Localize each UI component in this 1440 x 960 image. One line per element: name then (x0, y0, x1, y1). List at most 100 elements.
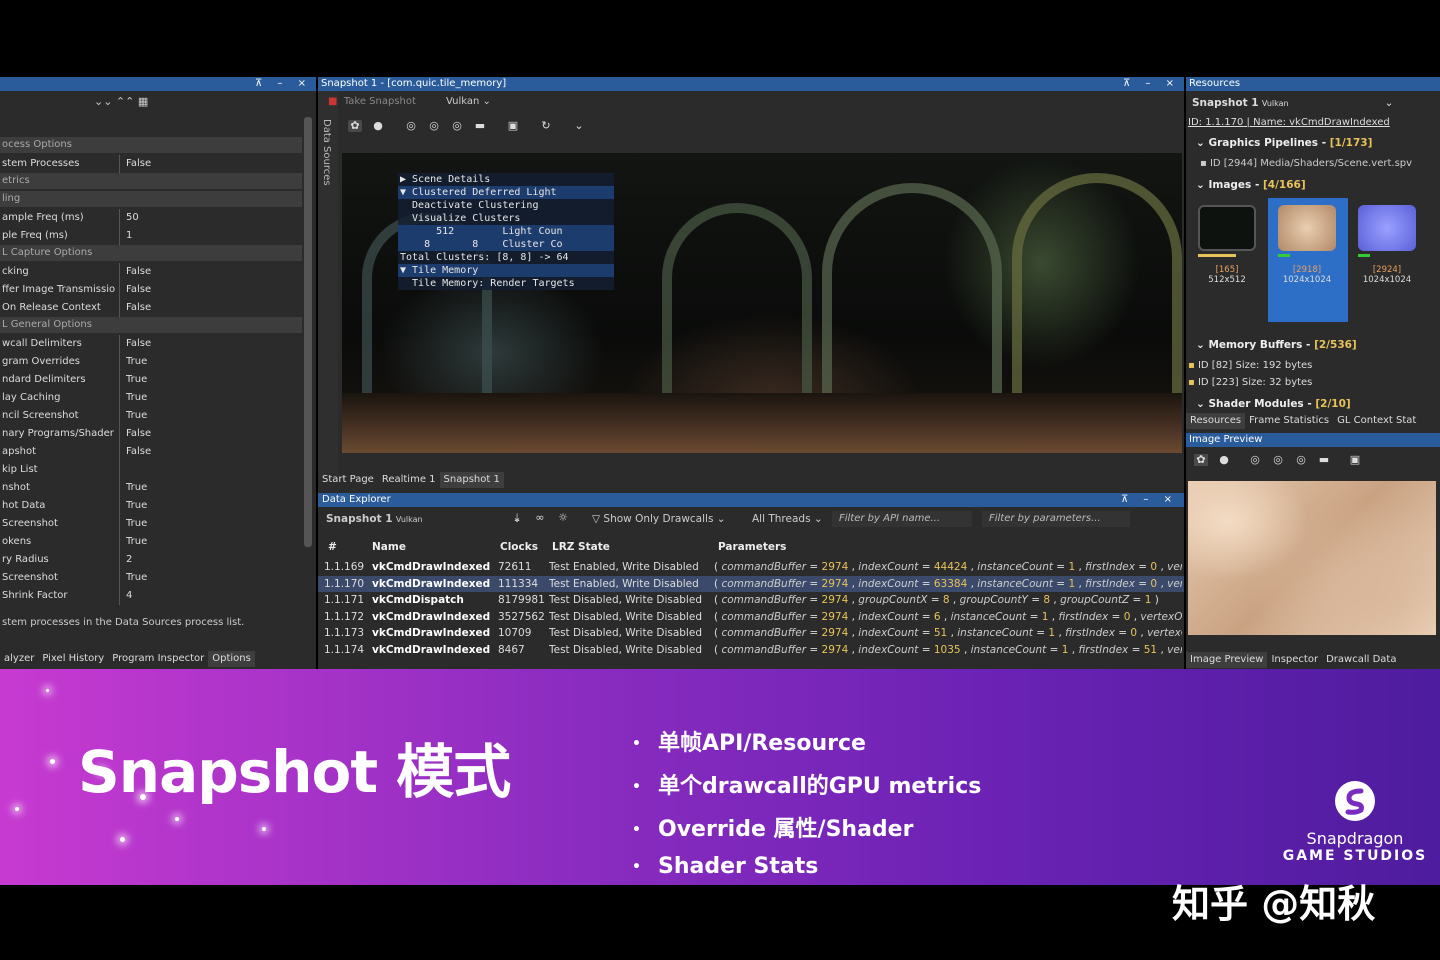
option-row[interactable]: kip List (0, 461, 302, 479)
explorer-tools[interactable]: ⤓ ∞ ☼ (510, 511, 579, 524)
image-thumbnail[interactable] (1198, 205, 1256, 251)
chevron-down-icon[interactable]: ⌄ (572, 120, 586, 132)
snapshot-toolbar[interactable]: ✿ ● ◎ ◎ ◎ ▬ ▣ ↻ ⌄ (348, 119, 595, 132)
scrollbar[interactable] (304, 117, 312, 547)
option-value[interactable]: True (126, 353, 147, 371)
panel-controls[interactable]: ⊼ – × (1123, 77, 1180, 91)
option-row[interactable]: Screenshot True (0, 569, 302, 587)
link-icon[interactable]: ∞ (533, 512, 547, 524)
options-section-header[interactable]: etrics (0, 173, 302, 189)
record-icon[interactable]: ● (1217, 454, 1231, 466)
comment-icon[interactable]: ◎ (1294, 454, 1308, 466)
memory-buffers-section[interactable]: ⌄ Memory Buffers - [2/536] (1196, 339, 1357, 351)
overlay-item[interactable]: ▶ Scene Details (398, 173, 614, 186)
tab[interactable]: Realtime 1 (378, 472, 440, 488)
tab[interactable]: Start Page (318, 472, 378, 488)
overlay-item[interactable]: ▼ Tile Memory (398, 264, 614, 277)
option-value[interactable]: True (126, 479, 147, 497)
shader-modules-section[interactable]: ⌄ Shader Modules - [2/10] (1196, 398, 1351, 410)
view-tabs[interactable]: Start Page Realtime 1 Snapshot 1 (318, 472, 504, 488)
option-value[interactable]: 50 (126, 209, 139, 227)
option-row[interactable]: ndard Delimiters True (0, 371, 302, 389)
option-value[interactable]: False (126, 155, 151, 173)
preview-tabs[interactable]: Image Preview Inspector Drawcall Data (1186, 652, 1400, 668)
comment-icon[interactable]: ◎ (427, 120, 441, 132)
option-row[interactable]: wcall Delimiters False (0, 335, 302, 353)
tab[interactable]: alyzer (0, 651, 38, 667)
data-sources-tab[interactable]: Data Sources (321, 119, 332, 186)
tab[interactable]: Drawcall Data (1322, 652, 1400, 668)
screen-icon[interactable]: ▬ (1317, 454, 1331, 466)
option-row[interactable]: ple Freq (ms) 1 (0, 227, 302, 245)
option-row[interactable]: Shrink Factor 4 (0, 587, 302, 605)
api-name-filter-input[interactable]: Filter by API name... (832, 511, 972, 527)
comment-icon[interactable]: ◎ (404, 120, 418, 132)
api-select[interactable]: Vulkan ⌄ (446, 96, 491, 107)
collapse-expand-icons[interactable]: ⌄⌄ ⌃⌃ ▦ (94, 95, 148, 108)
pipeline-item[interactable]: ▪ ID [2944] Media/Shaders/Scene.vert.spv (1200, 158, 1412, 169)
tab[interactable]: GL Context Stat (1333, 413, 1420, 429)
buffer-item[interactable]: ▪ ID [82] Size: 192 bytes (1188, 360, 1312, 371)
save-icon[interactable]: ▣ (506, 120, 520, 132)
option-value[interactable]: True (126, 533, 147, 551)
table-row[interactable]: 1.1.173 vkCmdDrawIndexed 10709 Test Disable… (318, 625, 1184, 642)
threads-select[interactable]: All Threads ⌄ (752, 513, 823, 525)
col-name[interactable]: Name (372, 539, 406, 555)
option-row[interactable]: On Release Context False (0, 299, 302, 317)
preview-toolbar[interactable]: ✿ ● ◎ ◎ ◎ ▬ ▣ (1194, 453, 1371, 466)
col-clocks[interactable]: Clocks (500, 539, 538, 555)
refresh-icon[interactable]: ↻ (539, 120, 553, 132)
option-row[interactable]: ffer Image Transmissio False (0, 281, 302, 299)
col-parameters[interactable]: Parameters (718, 539, 786, 555)
debug-overlay-menu[interactable]: ▶ Scene Details ▼ Clustered Deferred Ligh… (398, 173, 614, 290)
option-value[interactable]: 4 (126, 587, 132, 605)
resources-snapshot-select[interactable]: Snapshot 1 Vulkan ⌄ (1192, 97, 1393, 109)
option-row[interactable]: nshot True (0, 479, 302, 497)
image-preview[interactable] (1188, 481, 1436, 635)
option-value[interactable]: True (126, 371, 147, 389)
table-row[interactable]: 1.1.172 vkCmdDrawIndexed 3527562 Test Disab… (318, 609, 1184, 626)
tab[interactable]: Resources (1186, 413, 1246, 429)
resources-tabs[interactable]: Resources Frame Statistics GL Context Stat (1186, 413, 1420, 429)
tab[interactable]: Image Preview (1186, 652, 1268, 668)
drawcall-filter-select[interactable]: ▽ Show Only Drawcalls ⌄ (592, 513, 726, 525)
images-section[interactable]: ⌄ Images - [4/166] (1196, 179, 1306, 191)
explorer-snapshot-select[interactable]: Snapshot 1 Vulkan ⌄ (326, 513, 521, 525)
overlay-item[interactable]: 8 8 Cluster Co (398, 238, 614, 251)
overlay-item[interactable]: ▼ Clustered Deferred Light (398, 186, 614, 199)
tab[interactable]: Pixel History (38, 651, 108, 667)
image-thumbnail[interactable] (1358, 205, 1416, 251)
option-value[interactable]: False (126, 335, 151, 353)
overlay-item[interactable]: Visualize Clusters (398, 212, 614, 225)
option-value[interactable]: False (126, 299, 151, 317)
overlay-item[interactable]: 512 Light Coun (398, 225, 614, 238)
save-icon[interactable]: ▣ (1348, 454, 1362, 466)
image-thumbnail[interactable] (1278, 205, 1336, 251)
option-value[interactable]: 1 (126, 227, 132, 245)
option-row[interactable]: stem Processes False (0, 155, 302, 173)
option-value[interactable]: 2 (126, 551, 132, 569)
screen-icon[interactable]: ▬ (473, 120, 487, 132)
tab[interactable]: Program Inspector (108, 651, 208, 667)
option-row[interactable]: ncil Screenshot True (0, 407, 302, 425)
option-row[interactable]: nary Programs/Shader False (0, 425, 302, 443)
options-section-header[interactable]: L General Options (0, 317, 302, 333)
option-row[interactable]: okens True (0, 533, 302, 551)
record-icon[interactable]: ● (371, 120, 385, 132)
option-row[interactable]: Screenshot True (0, 515, 302, 533)
option-value[interactable]: False (126, 443, 151, 461)
take-snapshot-button[interactable]: ■ Take Snapshot (328, 96, 416, 107)
render-viewport[interactable]: ▶ Scene Details ▼ Clustered Deferred Ligh… (342, 153, 1182, 453)
comment-icon[interactable]: ◎ (450, 120, 464, 132)
tab[interactable]: Options (208, 651, 255, 667)
option-value[interactable]: False (126, 281, 151, 299)
option-value[interactable]: True (126, 515, 147, 533)
buffer-item[interactable]: ▪ ID [223] Size: 32 bytes (1188, 377, 1312, 388)
col-number[interactable]: # (328, 539, 337, 555)
option-row[interactable]: lay Caching True (0, 389, 302, 407)
option-value[interactable]: True (126, 389, 147, 407)
overlay-item[interactable]: Deactivate Clustering (398, 199, 614, 212)
option-row[interactable]: ample Freq (ms) 50 (0, 209, 302, 227)
panel-controls[interactable]: ⊼ – × (255, 77, 312, 91)
table-row[interactable]: 1.1.174 vkCmdDrawIndexed 8467 Test Disabled… (318, 642, 1184, 659)
